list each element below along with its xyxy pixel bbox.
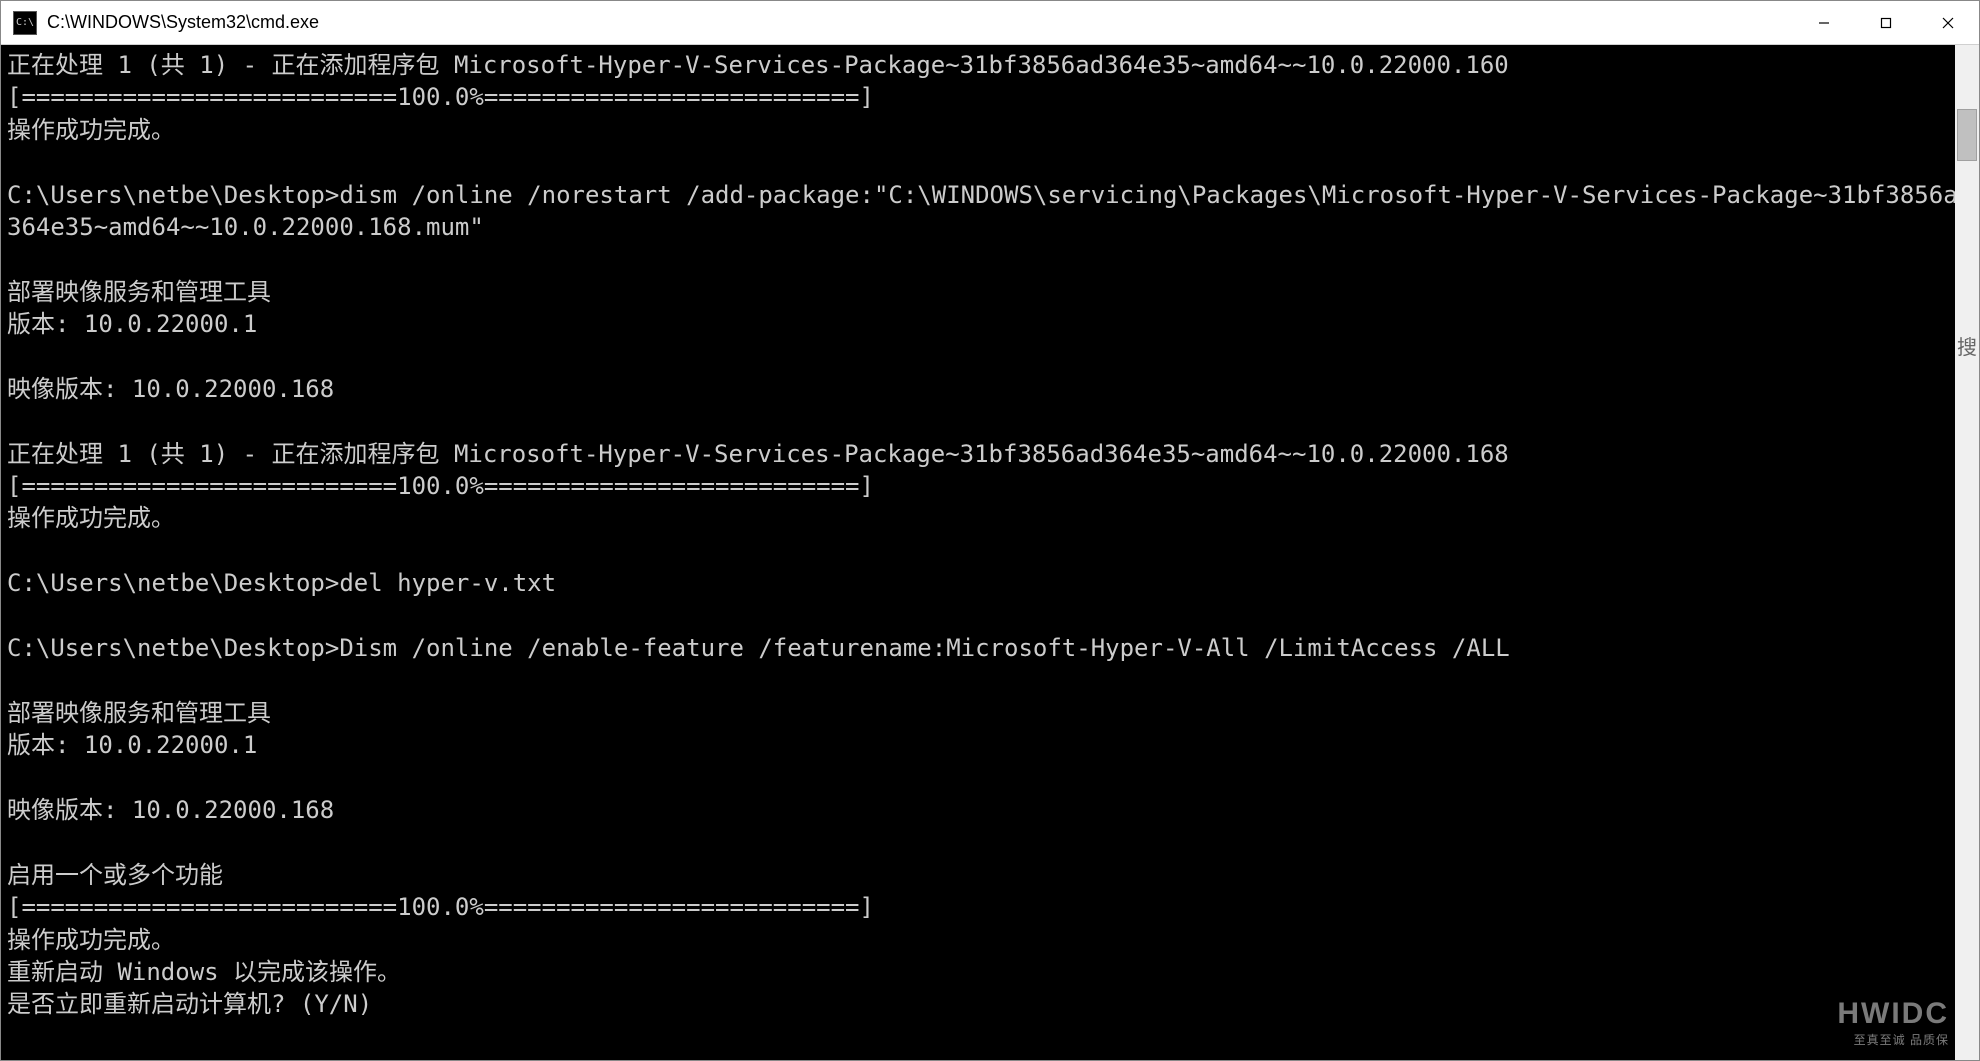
window-title: C:\WINDOWS\System32\cmd.exe xyxy=(47,12,1793,33)
terminal-line: 操作成功完成。 xyxy=(7,114,1973,146)
terminal-line: 部署映像服务和管理工具 xyxy=(7,276,1973,308)
terminal-line xyxy=(7,826,1973,858)
terminal-line: 映像版本: 10.0.22000.168 xyxy=(7,794,1973,826)
terminal-output[interactable]: 正在处理 1 (共 1) - 正在添加程序包 Microsoft-Hyper-V… xyxy=(1,45,1979,1060)
terminal-line: 操作成功完成。 xyxy=(7,502,1973,534)
terminal-line: C:\Users\netbe\Desktop>Dism /online /ena… xyxy=(7,632,1973,664)
terminal-line xyxy=(7,341,1973,373)
side-text: 搜 xyxy=(1957,331,1977,360)
terminal-line: 版本: 10.0.22000.1 xyxy=(7,729,1973,761)
terminal-line: 正在处理 1 (共 1) - 正在添加程序包 Microsoft-Hyper-V… xyxy=(7,49,1973,81)
terminal-line xyxy=(7,762,1973,794)
titlebar[interactable]: C:\ C:\WINDOWS\System32\cmd.exe xyxy=(1,1,1979,45)
terminal-line: 是否立即重新启动计算机? (Y/N) xyxy=(7,988,1973,1020)
window-controls xyxy=(1793,1,1979,44)
close-button[interactable] xyxy=(1917,1,1979,44)
close-icon xyxy=(1941,16,1955,30)
terminal-line: 版本: 10.0.22000.1 xyxy=(7,308,1973,340)
terminal-line: [==========================100.0%=======… xyxy=(7,81,1973,113)
cmd-window: C:\ C:\WINDOWS\System32\cmd.exe 正在处理 1 (… xyxy=(0,0,1980,1061)
terminal-line: 正在处理 1 (共 1) - 正在添加程序包 Microsoft-Hyper-V… xyxy=(7,438,1973,470)
terminal-line xyxy=(7,664,1973,696)
maximize-icon xyxy=(1879,16,1893,30)
terminal-line: 部署映像服务和管理工具 xyxy=(7,697,1973,729)
terminal-line xyxy=(7,405,1973,437)
minimize-icon xyxy=(1817,16,1831,30)
terminal-line: 重新启动 Windows 以完成该操作。 xyxy=(7,956,1973,988)
terminal-line: C:\Users\netbe\Desktop>dism /online /nor… xyxy=(7,179,1973,244)
maximize-button[interactable] xyxy=(1855,1,1917,44)
terminal-line: 操作成功完成。 xyxy=(7,924,1973,956)
minimize-button[interactable] xyxy=(1793,1,1855,44)
terminal-line: C:\Users\netbe\Desktop>del hyper-v.txt xyxy=(7,567,1973,599)
terminal-line: [==========================100.0%=======… xyxy=(7,891,1973,923)
scrollbar-track[interactable] xyxy=(1955,45,1979,1060)
terminal-line xyxy=(7,535,1973,567)
terminal-line xyxy=(7,146,1973,178)
terminal-line: 映像版本: 10.0.22000.168 xyxy=(7,373,1973,405)
terminal-line: [==========================100.0%=======… xyxy=(7,470,1973,502)
terminal-line xyxy=(7,243,1973,275)
terminal-line xyxy=(7,600,1973,632)
cmd-icon: C:\ xyxy=(13,11,37,35)
terminal-line: 启用一个或多个功能 xyxy=(7,859,1973,891)
scrollbar-thumb[interactable] xyxy=(1957,109,1977,161)
